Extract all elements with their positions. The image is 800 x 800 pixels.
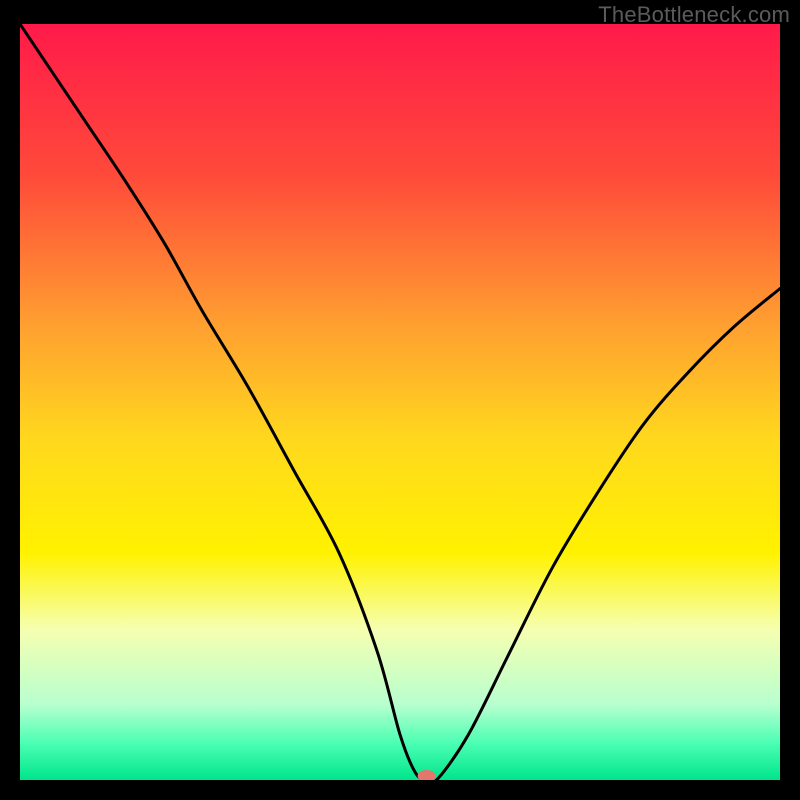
gradient-background [20,24,780,780]
chart-frame: TheBottleneck.com [0,0,800,800]
chart-svg [20,24,780,780]
watermark-text: TheBottleneck.com [598,2,790,28]
chart-plot-area [20,24,780,780]
